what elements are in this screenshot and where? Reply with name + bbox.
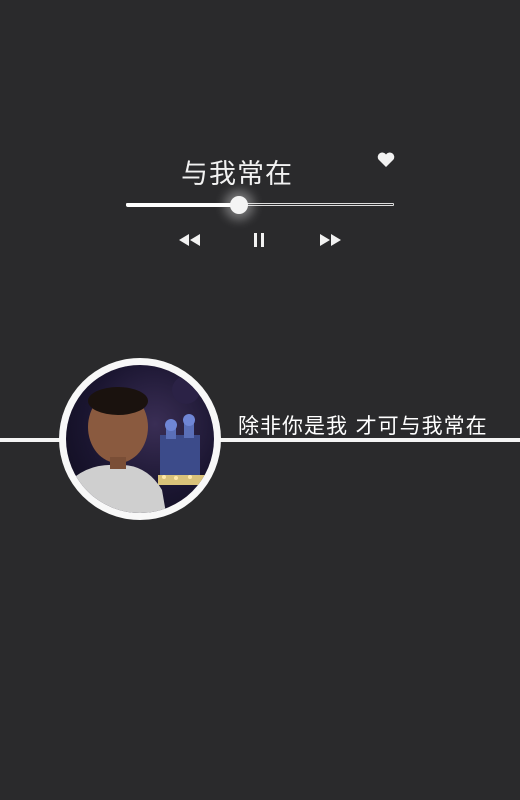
- heart-icon[interactable]: [376, 150, 396, 170]
- lyric-text: 除非你是我 才可与我常在: [238, 414, 488, 438]
- rewind-button[interactable]: [177, 230, 203, 250]
- fast-forward-button[interactable]: [317, 230, 343, 250]
- progress-knob[interactable]: [229, 196, 248, 214]
- pause-icon: [252, 232, 266, 248]
- fast-forward-icon: [317, 233, 343, 247]
- pause-button[interactable]: [246, 230, 272, 250]
- rewind-icon: [177, 233, 203, 247]
- progress-bar[interactable]: [126, 196, 394, 214]
- avatar: [66, 365, 214, 513]
- song-title: 与我常在: [181, 159, 293, 190]
- progress-fill: [126, 203, 239, 207]
